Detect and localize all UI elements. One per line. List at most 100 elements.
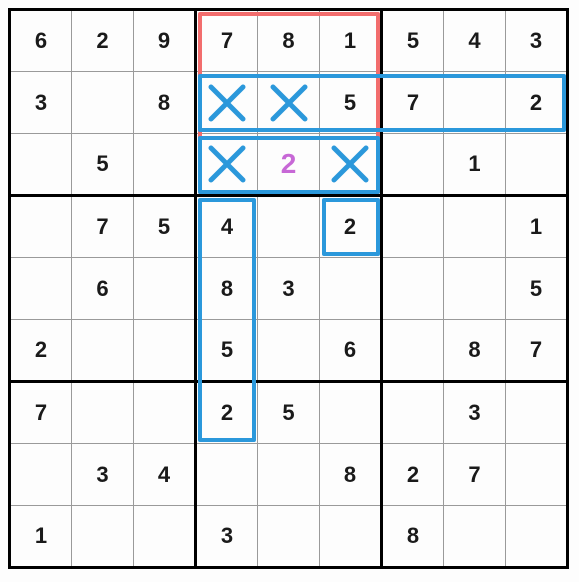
cell-r4-c8[interactable] xyxy=(444,196,506,258)
cell-r8-c1[interactable] xyxy=(10,444,72,506)
cell-r1-c8[interactable]: 4 xyxy=(444,10,506,72)
cell-r4-c6[interactable]: 2 xyxy=(320,196,382,258)
cell-r7-c8[interactable]: 3 xyxy=(444,382,506,444)
cell-r2-c5[interactable] xyxy=(258,72,320,134)
cell-r9-c3[interactable] xyxy=(134,506,196,568)
cell-r4-c9[interactable]: 1 xyxy=(506,196,568,258)
cell-r6-c9[interactable]: 7 xyxy=(506,320,568,382)
elimination-x-icon xyxy=(321,142,379,186)
cell-r6-c2[interactable] xyxy=(72,320,134,382)
digit: 5 xyxy=(96,151,108,177)
cell-r8-c8[interactable]: 7 xyxy=(444,444,506,506)
cell-r5-c2[interactable]: 6 xyxy=(72,258,134,320)
cell-r8-c3[interactable]: 4 xyxy=(134,444,196,506)
cell-r1-c4[interactable]: 7 xyxy=(196,10,258,72)
cell-r3-c1[interactable] xyxy=(10,134,72,196)
digit: 5 xyxy=(407,28,419,54)
cell-r3-c6[interactable] xyxy=(320,134,382,196)
digit: 7 xyxy=(221,28,233,54)
digit: 7 xyxy=(468,462,480,488)
cell-r4-c7[interactable] xyxy=(382,196,444,258)
digit: 2 xyxy=(530,90,542,116)
cell-r6-c5[interactable] xyxy=(258,320,320,382)
cell-r9-c4[interactable]: 3 xyxy=(196,506,258,568)
digit: 3 xyxy=(282,276,294,302)
cell-r5-c7[interactable] xyxy=(382,258,444,320)
cell-r5-c6[interactable] xyxy=(320,258,382,320)
cell-r6-c6[interactable]: 6 xyxy=(320,320,382,382)
cell-r1-c3[interactable]: 9 xyxy=(134,10,196,72)
cell-r9-c7[interactable]: 8 xyxy=(382,506,444,568)
cell-r3-c4[interactable] xyxy=(196,134,258,196)
cell-r2-c4[interactable] xyxy=(196,72,258,134)
cell-r5-c3[interactable] xyxy=(134,258,196,320)
cell-r7-c5[interactable]: 5 xyxy=(258,382,320,444)
cell-r1-c5[interactable]: 8 xyxy=(258,10,320,72)
cell-r2-c8[interactable] xyxy=(444,72,506,134)
cell-r4-c5[interactable] xyxy=(258,196,320,258)
cell-r8-c6[interactable]: 8 xyxy=(320,444,382,506)
cell-r7-c6[interactable] xyxy=(320,382,382,444)
cell-r2-c1[interactable]: 3 xyxy=(10,72,72,134)
cell-r2-c2[interactable] xyxy=(72,72,134,134)
cell-r7-c1[interactable]: 7 xyxy=(10,382,72,444)
cell-r6-c1[interactable]: 2 xyxy=(10,320,72,382)
digit: 8 xyxy=(221,276,233,302)
digit: 1 xyxy=(344,28,356,54)
cell-r1-c9[interactable]: 3 xyxy=(506,10,568,72)
cell-r5-c4[interactable]: 8 xyxy=(196,258,258,320)
cell-r1-c7[interactable]: 5 xyxy=(382,10,444,72)
digit: 8 xyxy=(282,28,294,54)
cell-r2-c3[interactable]: 8 xyxy=(134,72,196,134)
cell-r8-c2[interactable]: 3 xyxy=(72,444,134,506)
cell-r1-c2[interactable]: 2 xyxy=(72,10,134,72)
cell-r3-c7[interactable] xyxy=(382,134,444,196)
cell-r3-c2[interactable]: 5 xyxy=(72,134,134,196)
cell-r7-c2[interactable] xyxy=(72,382,134,444)
cell-r3-c5[interactable]: 2 xyxy=(258,134,320,196)
cell-r3-c9[interactable] xyxy=(506,134,568,196)
cell-r8-c9[interactable] xyxy=(506,444,568,506)
highlighted-digit: 2 xyxy=(281,148,297,180)
cell-r3-c8[interactable]: 1 xyxy=(444,134,506,196)
cell-r8-c7[interactable]: 2 xyxy=(382,444,444,506)
cell-r7-c3[interactable] xyxy=(134,382,196,444)
digit: 3 xyxy=(468,400,480,426)
cell-r9-c8[interactable] xyxy=(444,506,506,568)
cell-r9-c6[interactable] xyxy=(320,506,382,568)
cell-r2-c7[interactable]: 7 xyxy=(382,72,444,134)
cell-r5-c5[interactable]: 3 xyxy=(258,258,320,320)
cell-r2-c9[interactable]: 2 xyxy=(506,72,568,134)
cell-r2-c6[interactable]: 5 xyxy=(320,72,382,134)
cell-r4-c4[interactable]: 4 xyxy=(196,196,258,258)
cell-r7-c4[interactable]: 2 xyxy=(196,382,258,444)
cell-r7-c7[interactable] xyxy=(382,382,444,444)
cell-r9-c9[interactable] xyxy=(506,506,568,568)
digit: 2 xyxy=(344,214,356,240)
cell-r5-c8[interactable] xyxy=(444,258,506,320)
cell-r9-c1[interactable]: 1 xyxy=(10,506,72,568)
cell-r9-c2[interactable] xyxy=(72,506,134,568)
digit: 7 xyxy=(35,400,47,426)
sudoku-wrap: 6297815433857252175421683525687725334827… xyxy=(8,8,569,569)
cell-r9-c5[interactable] xyxy=(258,506,320,568)
cell-r4-c3[interactable]: 5 xyxy=(134,196,196,258)
sudoku-board: 6297815433857252175421683525687725334827… xyxy=(8,8,569,569)
cell-r4-c2[interactable]: 7 xyxy=(72,196,134,258)
cell-r1-c6[interactable]: 1 xyxy=(320,10,382,72)
digit: 4 xyxy=(158,462,170,488)
cell-r7-c9[interactable] xyxy=(506,382,568,444)
cell-r4-c1[interactable] xyxy=(10,196,72,258)
cell-r5-c9[interactable]: 5 xyxy=(506,258,568,320)
cell-r8-c4[interactable] xyxy=(196,444,258,506)
cell-r1-c1[interactable]: 6 xyxy=(10,10,72,72)
cell-r5-c1[interactable] xyxy=(10,258,72,320)
digit: 5 xyxy=(282,400,294,426)
cell-r6-c8[interactable]: 8 xyxy=(444,320,506,382)
cell-r3-c3[interactable] xyxy=(134,134,196,196)
digit: 3 xyxy=(221,523,233,549)
cell-r6-c4[interactable]: 5 xyxy=(196,320,258,382)
cell-r6-c3[interactable] xyxy=(134,320,196,382)
cell-r6-c7[interactable] xyxy=(382,320,444,382)
cell-r8-c5[interactable] xyxy=(258,444,320,506)
